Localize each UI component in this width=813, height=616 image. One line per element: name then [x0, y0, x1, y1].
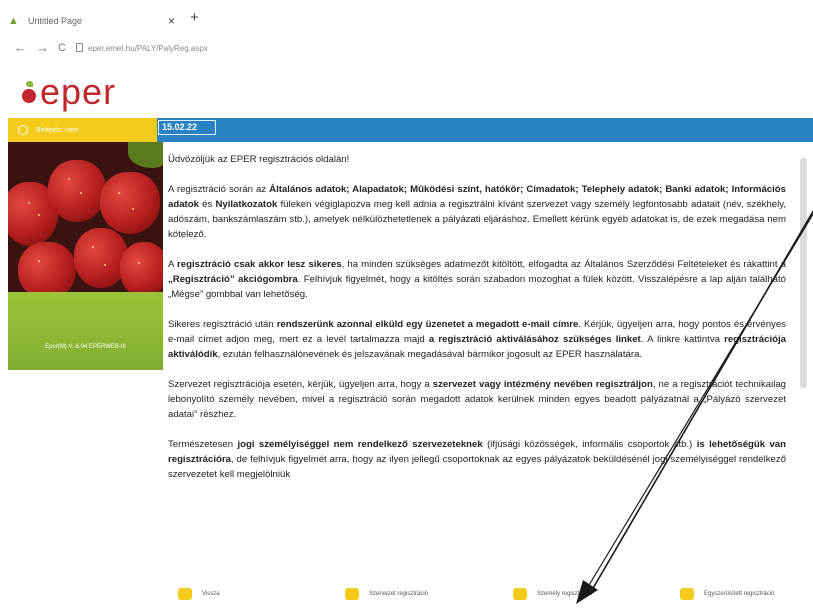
content-scrollbar[interactable] [797, 150, 811, 570]
info-paragraph-4: Szervezet regisztrációja esetén, kérjük,… [168, 379, 787, 420]
logo-text: eper [40, 71, 117, 112]
lock-icon [76, 43, 83, 52]
simplified-registration-button[interactable]: Egyszerűsített regisztráció [680, 588, 774, 600]
back-arrow-icon[interactable]: ← [14, 40, 27, 55]
simplified-registration-icon [680, 588, 694, 600]
favicon-icon: ▲ [8, 15, 19, 27]
back-button-label: Vissza [202, 591, 220, 597]
login-status-label: Belépés: nem [36, 126, 79, 134]
eper-logo[interactable]: eper [20, 72, 116, 112]
strawberry-logo-icon [20, 77, 38, 107]
org-registration-button[interactable]: Szervezet regisztráció [345, 588, 428, 600]
version-code: Eper(M) V.-6.04 EPERWEB-III [45, 344, 126, 350]
forward-arrow-icon[interactable]: → [36, 40, 49, 55]
info-paragraph-5: Természetesen jogi személyiséggel nem re… [168, 439, 787, 480]
tab-title: Untitled Page [28, 16, 83, 26]
reload-icon[interactable]: C [58, 42, 66, 54]
info-paragraph-1: A regisztráció során az Általános adatok… [168, 184, 787, 240]
browser-tab[interactable]: ▲ Untitled Page × [8, 8, 178, 34]
scrollbar-thumb[interactable] [800, 158, 807, 388]
version-panel: Eper(M) V.-6.04 EPERWEB-III [8, 292, 163, 370]
welcome-text: Üdvözöljük az EPER regisztrációs oldalán… [168, 154, 350, 165]
browser-tab-strip: ▲ Untitled Page × + [0, 0, 813, 34]
back-icon [178, 588, 192, 600]
login-status-bar: Belépés: nem [8, 118, 157, 142]
user-icon [18, 125, 28, 135]
person-registration-icon [513, 588, 527, 600]
org-registration-icon [345, 588, 359, 600]
url-field[interactable]: eper.emet.hu/PALY/PalyReg.aspx [88, 44, 208, 53]
date-display: 15.02.22 [158, 120, 216, 135]
strawberry-photo [8, 142, 163, 292]
info-paragraph-3: Sikeres regisztráció után rendszerünk az… [168, 319, 786, 360]
new-tab-button[interactable]: + [190, 10, 199, 25]
person-registration-label: Személy regisztráció [537, 591, 593, 597]
top-blue-bar [157, 118, 813, 142]
back-button[interactable]: Vissza [178, 588, 220, 600]
registration-info-text: Üdvözöljük az EPER regisztrációs oldalán… [168, 152, 786, 497]
info-paragraph-2: A regisztráció csak akkor lesz sikeres, … [168, 259, 787, 300]
address-bar-row: ← → C eper.emet.hu/PALY/PalyReg.aspx [0, 36, 813, 60]
close-tab-icon[interactable]: × [168, 14, 175, 28]
simplified-registration-label: Egyszerűsített regisztráció [704, 591, 775, 597]
org-registration-label: Szervezet regisztráció [369, 591, 429, 597]
person-registration-button[interactable]: Személy regisztráció [513, 588, 592, 600]
action-bar: Vissza Szervezet regisztráció Személy re… [0, 580, 813, 616]
